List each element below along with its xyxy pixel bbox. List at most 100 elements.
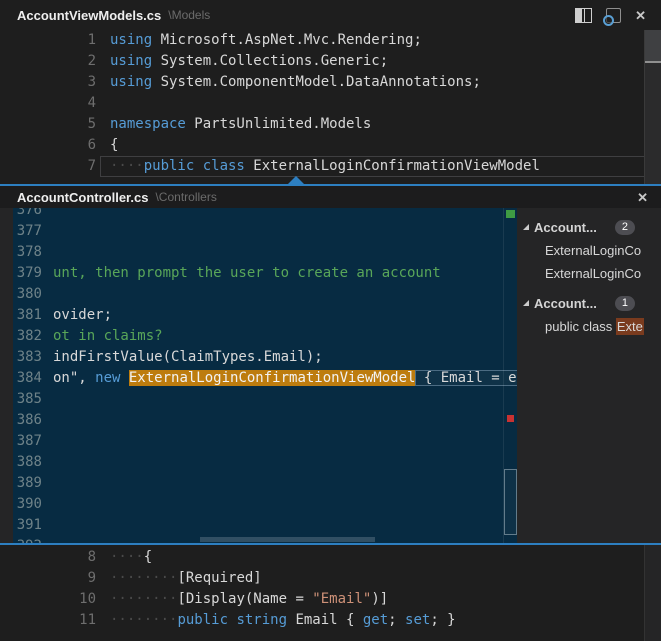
code-segment-ws: ········ [110,570,177,586]
code-line-378[interactable]: 378 [0,242,517,263]
peek-file-path: \Controllers [155,190,216,204]
code-segment-txt: [Required] [177,570,261,586]
file-path: \Models [168,8,210,22]
twisty-expanded-icon[interactable] [523,224,529,230]
peek-editor: 376377378379unt, then prompt the user to… [0,208,517,543]
code-line-8[interactable]: 8····{ [0,547,645,568]
code-line-7[interactable]: 7····public class ExternalLoginConfirmat… [0,156,645,177]
reference-item-text: public class [545,319,616,334]
line-content: ········[Display(Name = "Email")] [100,589,645,610]
line-number: 8 [0,547,100,568]
peek-gutter-strip [0,208,13,543]
peek-close-icon[interactable]: ✕ [637,191,661,204]
code-segment-txt: ovider; [53,307,112,323]
line-content [42,515,517,536]
code-segment-com: ot in claims? [53,328,163,344]
line-number: 10 [0,589,100,610]
code-line-6[interactable]: 6{ [0,135,645,156]
overview-ruler-cursor-marker [645,61,661,63]
code-segment-kw: new [95,370,129,386]
scrollbar-slider[interactable] [645,30,661,61]
line-content: ········[Required] [100,568,645,589]
line-content [100,93,645,114]
reference-group-label: Account... [534,220,597,235]
twisty-expanded-icon[interactable] [523,300,529,306]
code-line-390[interactable]: 390 [0,494,517,515]
reference-item[interactable]: ExternalLoginCo [517,239,661,262]
code-segment-txt: indFirstValue(ClaimTypes.Email); [53,349,323,365]
line-content [42,473,517,494]
code-line-382[interactable]: 382ot in claims? [0,326,517,347]
line-content: using System.Collections.Generic; [100,51,645,72]
line-content: ot in claims? [42,326,517,347]
code-segment-kw: namespace [110,116,186,132]
peek-scrollbar-slider[interactable] [504,469,517,535]
code-line-380[interactable]: 380 [0,284,517,305]
code-segment-txt: { [110,137,118,153]
code-line-3[interactable]: 3using System.ComponentModel.DataAnnotat… [0,72,645,93]
code-line-383[interactable]: 383indFirstValue(ClaimTypes.Email); [0,347,517,368]
code-segment-txt: System.ComponentModel.DataAnnotations; [152,74,481,90]
code-line-381[interactable]: 381ovider; [0,305,517,326]
line-content [42,284,517,305]
code-line-388[interactable]: 388 [0,452,517,473]
line-content [42,208,517,221]
code-line-376[interactable]: 376 [0,208,517,221]
reference-item[interactable]: ExternalLoginCo [517,262,661,285]
code-line-387[interactable]: 387 [0,431,517,452]
reference-item-text: ExternalLoginCo [545,243,641,258]
peek-titlebar: AccountController.cs \Controllers ✕ [0,184,661,208]
peek-horizontal-scrollbar[interactable] [200,537,375,542]
line-content [42,221,517,242]
code-line-10[interactable]: 10········[Display(Name = "Email")] [0,589,645,610]
code-segment-txt: ; [388,612,405,628]
line-content: using System.ComponentModel.DataAnnotati… [100,72,645,93]
split-editor-icon[interactable] [575,8,592,23]
code-line-385[interactable]: 385 [0,389,517,410]
code-segment-kw: public class [144,158,245,174]
line-number: 4 [0,93,100,114]
reference-item[interactable]: public class Exte [517,315,661,338]
code-line-384[interactable]: 384on", new ExternalLoginConfirmationVie… [0,368,517,389]
code-line-377[interactable]: 377 [0,221,517,242]
editor-code-bottom: 8····{9········[Required]10········[Disp… [0,545,661,641]
peek-overview-ruler[interactable] [503,208,517,543]
code-line-389[interactable]: 389 [0,473,517,494]
line-number: 11 [0,610,100,631]
reference-group[interactable]: Account...1 [517,291,661,315]
code-segment-txt: Microsoft.AspNet.Mvc.Rendering; [152,32,422,48]
code-line-391[interactable]: 391 [0,515,517,536]
code-line-386[interactable]: 386 [0,410,517,431]
code-segment-ws: ···· [110,158,144,174]
code-segment-ws: ········ [110,591,177,607]
ruler-marker-red [507,415,514,422]
code-segment-kw: using [110,53,152,69]
close-editor-icon[interactable]: ✕ [635,9,646,22]
code-segment-ws: ···· [110,549,144,565]
code-line-9[interactable]: 9········[Required] [0,568,645,589]
reference-count-badge: 2 [615,220,635,235]
peek-file-name: AccountController.cs [17,190,148,205]
code-line-2[interactable]: 2using System.Collections.Generic; [0,51,645,72]
code-line-4[interactable]: 4 [0,93,645,114]
open-preview-icon[interactable] [606,8,621,23]
line-content: ····{ [100,547,645,568]
line-number: 5 [0,114,100,135]
code-line-1[interactable]: 1using Microsoft.AspNet.Mvc.Rendering; [0,30,645,51]
editor-scrollbar-bottom[interactable] [644,545,661,641]
file-name: AccountViewModels.cs [17,8,161,23]
ruler-marker-green [506,210,515,218]
code-line-11[interactable]: 11········public string Email { get; set… [0,610,645,631]
code-segment-kw: get [363,612,388,628]
reference-group[interactable]: Account... 2 [517,215,661,239]
line-number: 9 [0,568,100,589]
code-segment-com: unt, then prompt the user to create an a… [53,265,441,281]
code-segment-txt: PartsUnlimited.Models [186,116,371,132]
line-content [42,410,517,431]
editor-scrollbar[interactable] [644,30,661,184]
code-segment-kw: set [405,612,430,628]
code-segment-txt: Email { [287,612,363,628]
code-line-379[interactable]: 379unt, then prompt the user to create a… [0,263,517,284]
reference-count-badge: 1 [615,296,635,311]
code-line-5[interactable]: 5 namespace PartsUnlimited.Models [0,114,645,135]
